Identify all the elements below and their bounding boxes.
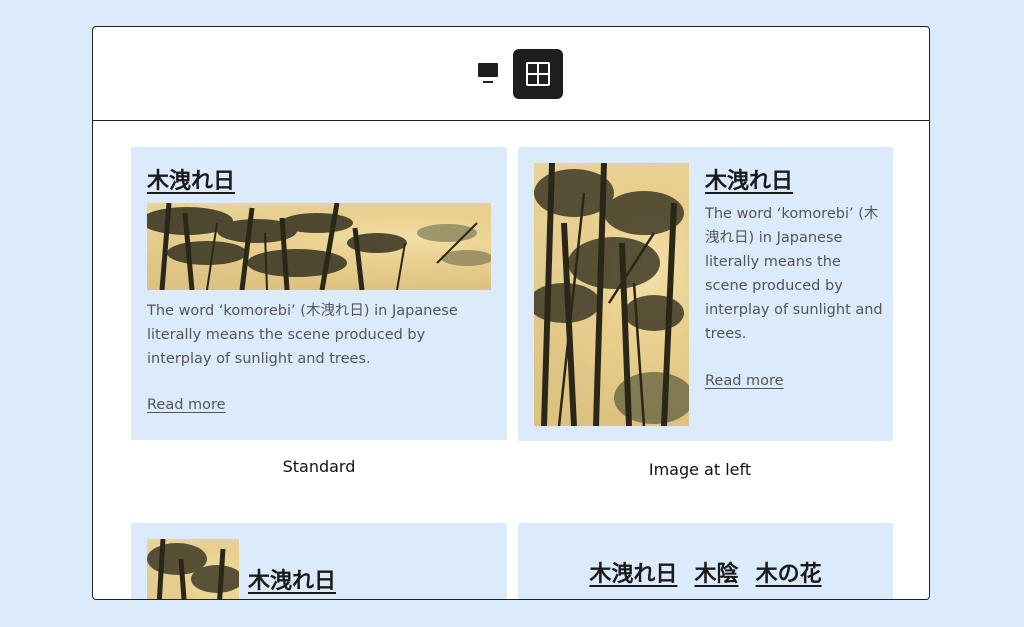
card-caption: Image at left — [648, 460, 752, 479]
view-toolbar — [93, 27, 929, 121]
single-column-icon — [478, 63, 498, 85]
read-more-link[interactable]: Read more — [147, 397, 226, 413]
single-view-button[interactable] — [463, 49, 513, 99]
card-image-left: 木洩れ日 The word ‘komorebi’ (木洩れ日) in Japan… — [518, 147, 893, 441]
card-description: The word ‘komorebi’ (木洩れ日) in Japanese l… — [705, 206, 883, 342]
tag-link[interactable]: 木洩れ日 — [589, 562, 677, 587]
card-image — [534, 163, 689, 426]
card-small-image: 木洩れ日 — [131, 523, 507, 599]
grid-icon — [526, 62, 550, 86]
card-title[interactable]: 木洩れ日 — [248, 563, 336, 595]
card-description: The word ‘komorebi’ (木洩れ日) in Japanese l… — [147, 303, 458, 367]
read-more-link[interactable]: Read more — [705, 373, 784, 389]
card-title[interactable]: 木洩れ日 — [147, 163, 235, 195]
card-caption: Standard — [282, 457, 356, 476]
tag-list: 木洩れ日 木陰 木の花 — [518, 556, 893, 588]
card-title[interactable]: 木洩れ日 — [705, 163, 793, 195]
card-image — [147, 539, 239, 599]
grid-view-button[interactable] — [513, 49, 563, 99]
preview-frame: 木洩れ日 The word ‘komorebi’ (木洩れ日) in Japan… — [92, 26, 930, 600]
tag-link[interactable]: 木陰 — [694, 562, 738, 587]
card-tags: 木洩れ日 木陰 木の花 — [518, 523, 893, 599]
card-standard: 木洩れ日 The word ‘komorebi’ (木洩れ日) in Japan… — [131, 147, 507, 440]
tag-link[interactable]: 木の花 — [756, 562, 822, 587]
card-image — [147, 203, 491, 290]
